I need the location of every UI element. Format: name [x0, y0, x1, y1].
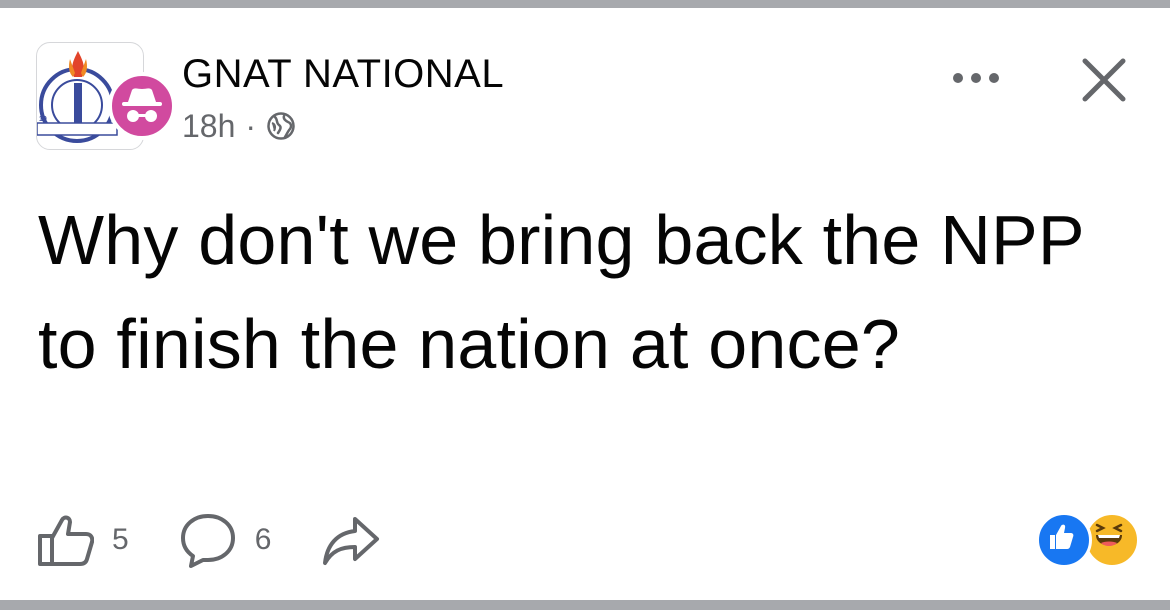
close-button[interactable] — [1076, 52, 1132, 108]
like-count: 5 — [112, 523, 129, 556]
like-icon — [38, 515, 94, 566]
post-actions: 5 6 — [36, 505, 431, 575]
like-button[interactable]: 5 — [36, 512, 129, 568]
comment-count: 6 — [254, 523, 272, 556]
reaction-summary[interactable] — [1036, 510, 1140, 568]
incognito-icon — [122, 88, 162, 122]
svg-text:19: 19 — [39, 116, 47, 123]
more-options-button[interactable] — [948, 60, 1004, 96]
top-border — [0, 0, 1170, 8]
share-button[interactable] — [321, 513, 381, 567]
share-icon — [323, 517, 380, 565]
close-icon — [1082, 58, 1126, 102]
post-meta: 18h · — [182, 106, 296, 146]
globe-icon — [267, 112, 295, 140]
haha-reaction-icon — [1084, 512, 1140, 568]
like-reaction-icon — [1036, 512, 1092, 568]
meta-separator: · — [245, 107, 257, 144]
post-header: 19 GNAT NATIONAL 18h · — [36, 40, 1136, 160]
post-time[interactable]: 18h — [182, 108, 235, 145]
more-dots-icon — [953, 73, 999, 83]
comment-button[interactable]: 6 — [179, 512, 272, 568]
anonymous-profile-badge[interactable] — [108, 72, 176, 140]
page-name[interactable]: GNAT NATIONAL — [182, 50, 504, 98]
post-text: Why don't we bring back the NPP to finis… — [38, 201, 1084, 383]
comment-icon — [180, 514, 235, 568]
bottom-border — [0, 600, 1170, 610]
